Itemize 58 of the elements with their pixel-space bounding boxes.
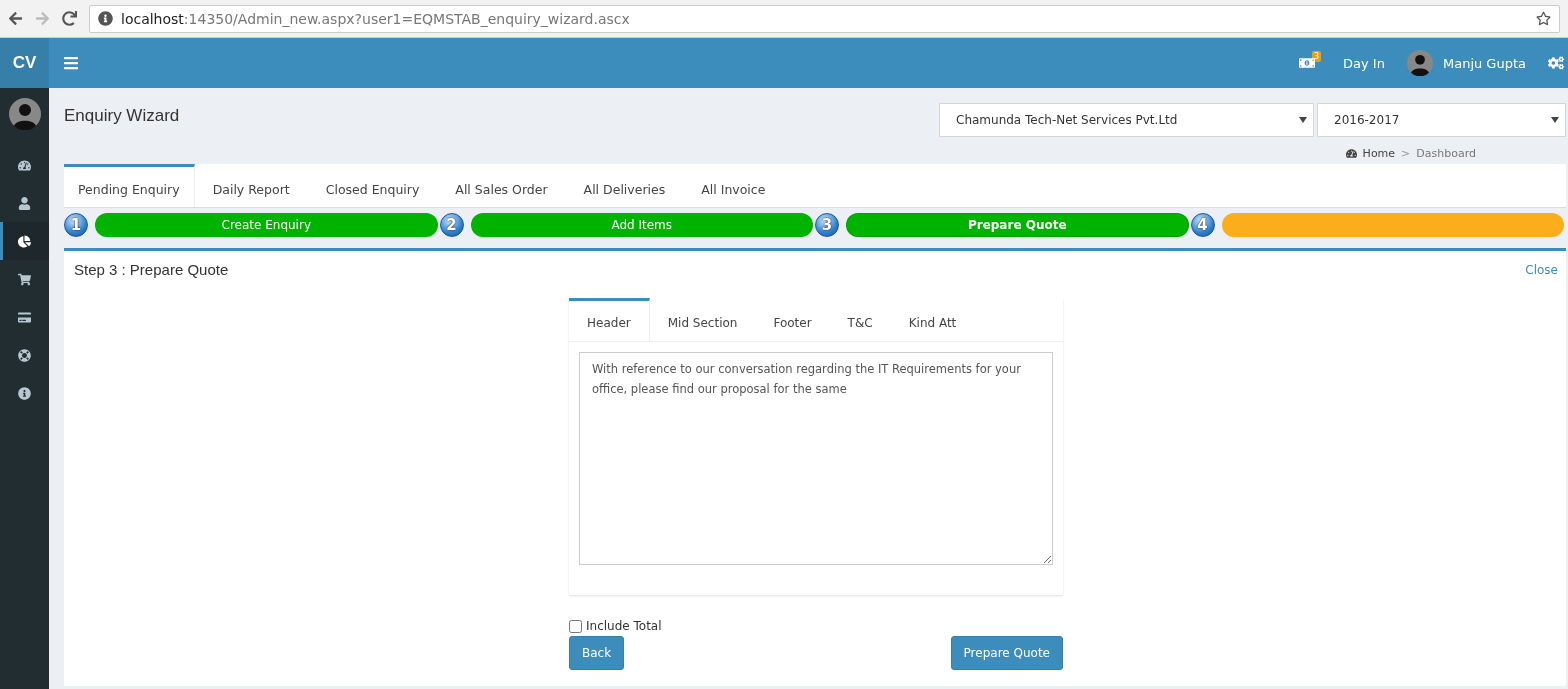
info-icon <box>98 11 113 26</box>
user-avatar <box>1406 50 1433 76</box>
user-avatar <box>8 98 41 130</box>
year-select[interactable]: 2016-2017 <box>1317 103 1566 137</box>
caret-icon <box>1551 117 1559 123</box>
section-tab[interactable]: Header <box>569 298 650 341</box>
url-path: :14350/Admin_new.aspx?user1=EQMSTAB_enquiry_wizard.ascx <box>183 10 630 27</box>
step-number: 1 <box>64 213 88 237</box>
dashboard-icon <box>18 158 31 172</box>
tab[interactable]: All Invoice <box>683 164 784 207</box>
company-select[interactable]: Chamunda Tech-Net Services Pvt.Ltd <box>939 103 1314 137</box>
money-icon[interactable] <box>1298 55 1315 71</box>
user-name[interactable]: Manju Gupta <box>1442 55 1526 71</box>
sidebar-item[interactable] <box>0 222 49 260</box>
back-button[interactable]: Back <box>569 636 625 670</box>
section-tab[interactable]: T&C <box>829 298 891 341</box>
user-icon <box>18 196 31 210</box>
section-tab[interactable]: Footer <box>755 298 830 341</box>
lifering-icon <box>18 348 31 362</box>
panel-title: Step 3 : Prepare Quote <box>74 261 229 278</box>
info-icon <box>18 386 31 400</box>
dashboard-icon <box>1345 148 1357 159</box>
card-icon <box>18 310 31 324</box>
checkbox-label: Include Total <box>586 619 662 633</box>
header-text-area[interactable]: With reference to our conversation regarding the IT Requirements for your office, please find our proposal for the same <box>579 352 1053 565</box>
section-tab[interactable]: Kind Att <box>890 298 975 341</box>
step-bar: Create Enquiry <box>95 213 438 237</box>
settings-icon[interactable] <box>1548 55 1564 71</box>
step-number: 2 <box>439 213 464 237</box>
day-in-link[interactable]: Day In <box>1343 55 1385 71</box>
step-bar: Add Items <box>470 213 813 237</box>
tab[interactable]: Closed Enquiry <box>307 164 438 207</box>
tab[interactable]: All Deliveries <box>565 164 684 207</box>
app-logo[interactable]: CV <box>0 38 49 88</box>
page-title: Enquiry Wizard <box>64 105 180 126</box>
menu-icon[interactable] <box>63 55 79 71</box>
prepare-quote-button[interactable]: Prepare Quote <box>950 636 1063 670</box>
tab[interactable]: Pending Enquiry <box>64 164 195 207</box>
caret-icon <box>1299 117 1307 123</box>
back-icon[interactable] <box>8 11 23 26</box>
notification-badge: 3 <box>1311 50 1322 62</box>
breadcrumb-link[interactable]: Home <box>1362 147 1396 160</box>
reload-icon[interactable] <box>62 11 77 26</box>
breadcrumb-current: Dashboard <box>1416 147 1476 160</box>
chart-icon <box>18 234 31 248</box>
tab[interactable]: All Sales Order <box>437 164 566 207</box>
include-total-checkbox[interactable] <box>569 619 582 633</box>
breadcrumb-separator: > <box>1401 147 1411 160</box>
url-host: localhost <box>121 10 184 27</box>
close-link[interactable]: Close <box>1525 262 1558 277</box>
tab[interactable]: Daily Report <box>194 164 308 207</box>
section-tab[interactable]: Mid Section <box>649 298 756 341</box>
address-bar[interactable]: localhost:14350/Admin_new.aspx?user1=EQMSTAB_enquiry_wizard.ascx <box>89 4 1560 33</box>
step-number: 4 <box>1190 213 1215 237</box>
bookmark-star-icon[interactable] <box>1536 11 1551 26</box>
step-bar: Prepare Quote <box>846 213 1189 237</box>
cart-icon <box>18 272 31 286</box>
step-number: 3 <box>815 213 839 237</box>
